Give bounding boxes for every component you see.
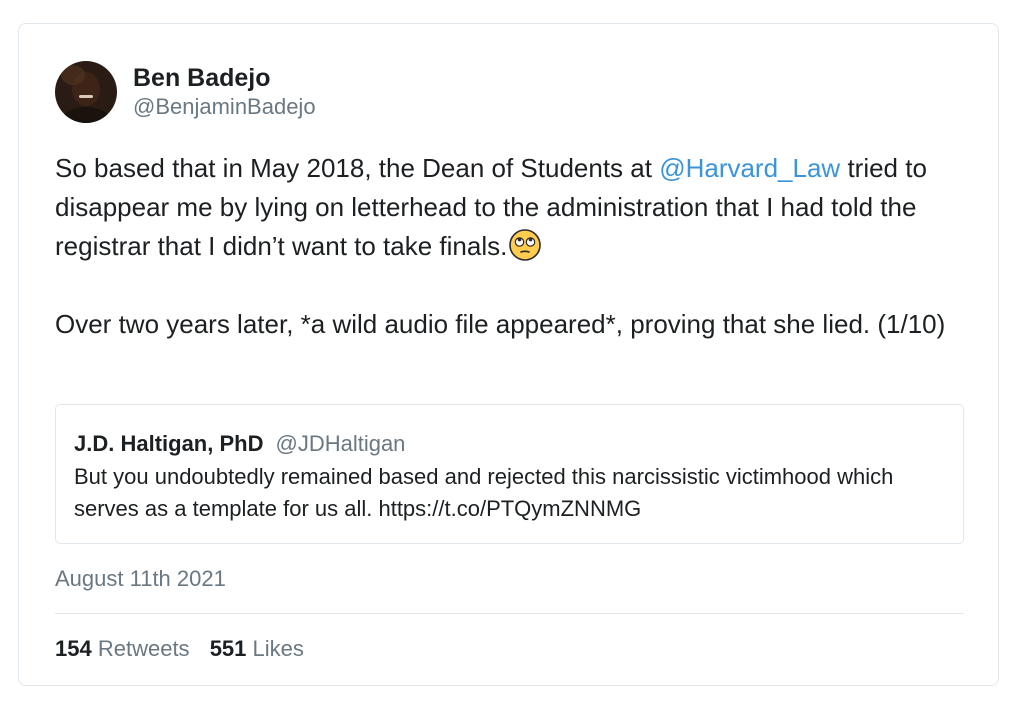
tweet-date[interactable]: August 11th 2021 — [55, 564, 226, 594]
quoted-tweet-text: But you undoubtedly remained based and r… — [74, 464, 894, 521]
likes-label: Likes — [252, 636, 304, 661]
mention-link[interactable]: @Harvard_Law — [659, 153, 840, 183]
quoted-author-name: J.D. Haltigan, PhD — [74, 431, 264, 456]
quoted-tweet-header: J.D. Haltigan, PhD @JDHaltigan — [74, 429, 945, 459]
retweets-label: Retweets — [97, 636, 190, 661]
author-display-name[interactable]: Ben Badejo — [133, 63, 316, 93]
author-handle[interactable]: @BenjaminBadejo — [133, 93, 316, 121]
likes-count: 551 — [209, 636, 247, 661]
author-names: Ben Badejo @BenjaminBadejo — [133, 63, 316, 121]
tweet-header: Ben Badejo @BenjaminBadejo — [55, 60, 316, 124]
tweet-stats: 154 Retweets 551 Likes — [55, 634, 304, 664]
retweets-count: 154 — [55, 636, 92, 661]
avatar-image — [55, 61, 117, 123]
quoted-tweet[interactable]: J.D. Haltigan, PhD @JDHaltigan But you un… — [55, 404, 964, 544]
tweet-card: Ben Badejo @BenjaminBadejo So based that… — [18, 23, 999, 686]
quoted-author-handle: @JDHaltigan — [275, 431, 406, 456]
tweet-text-part-1: So based that in May 2018, the Dean of S… — [55, 153, 660, 183]
tweet-paragraph-2: Over two years later, *a wild audio file… — [55, 309, 946, 339]
face-with-rolling-eyes-icon — [509, 229, 542, 261]
divider — [55, 613, 964, 614]
tweet-paragraph-1: So based that in May 2018, the Dean of S… — [55, 149, 975, 266]
avatar[interactable] — [55, 61, 117, 123]
tweet-text: So based that in May 2018, the Dean of S… — [55, 149, 975, 344]
